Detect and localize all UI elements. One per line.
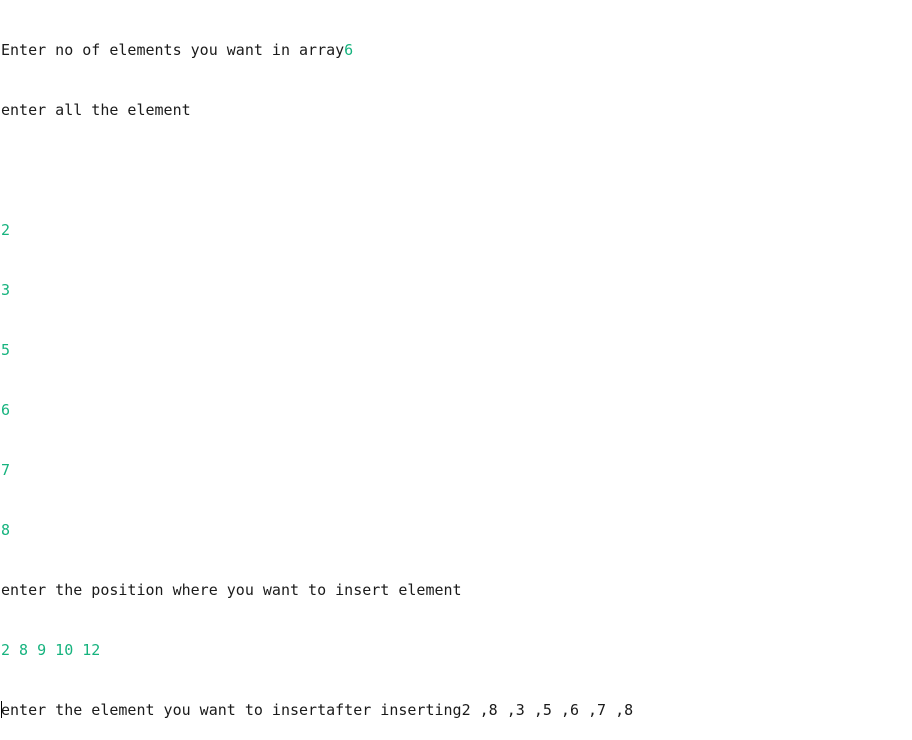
- user-input-element: 8: [1, 521, 11, 539]
- user-input-count: 6: [344, 41, 354, 59]
- user-input-element: 6: [1, 401, 11, 419]
- result-text: after inserting2 ,8 ,3 ,5 ,6 ,7 ,8: [326, 701, 634, 719]
- console-output[interactable]: Enter no of elements you want in array6 …: [0, 0, 912, 719]
- console-line-insert: enter the element you want to insertafte…: [0, 700, 912, 720]
- console-line-position-prompt: enter the position where you want to ins…: [0, 580, 912, 600]
- user-input-element: 2: [1, 221, 11, 239]
- console-line-count: Enter no of elements you want in array6: [0, 40, 912, 60]
- prompt-position: enter the position where you want to ins…: [1, 581, 462, 599]
- prompt-insert: enter the element you want to insert: [1, 701, 327, 719]
- user-input-element: 7: [1, 461, 11, 479]
- prompt-count: Enter no of elements you want in array: [1, 41, 345, 59]
- prompt-elements: enter all the element: [1, 101, 191, 119]
- user-input-element: 3: [1, 281, 11, 299]
- console-line-elements-prompt: enter all the element: [0, 100, 912, 120]
- user-input-element: 5: [1, 341, 11, 359]
- user-input-position-line: 2 8 9 10 12: [1, 641, 101, 659]
